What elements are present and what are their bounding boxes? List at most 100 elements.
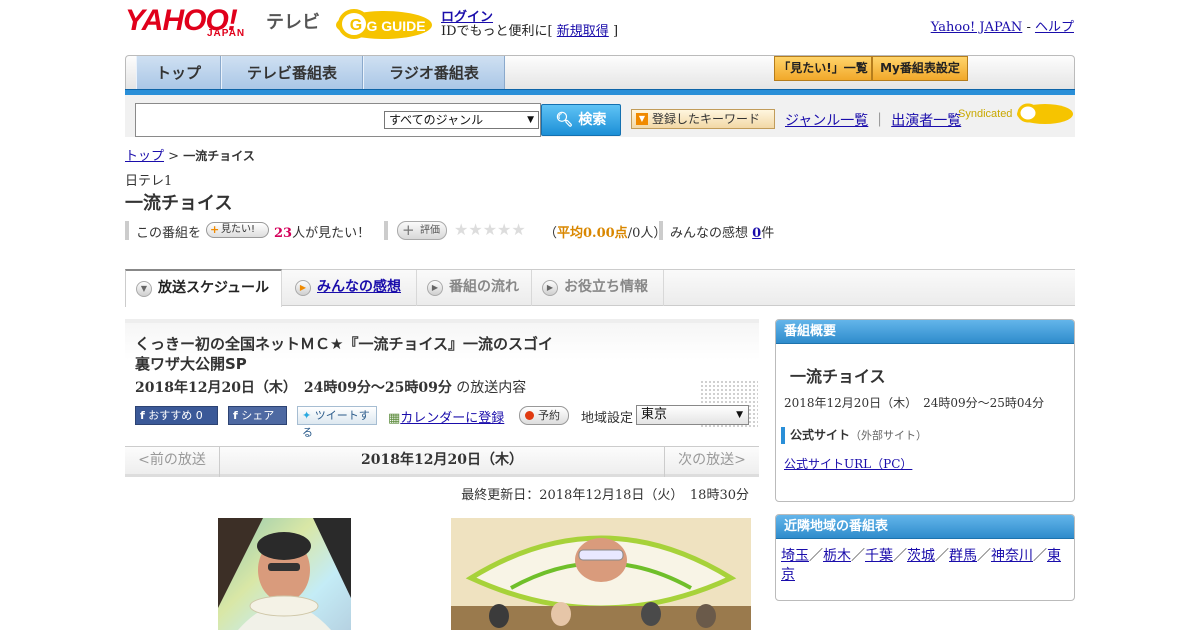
yahoo-japan-link[interactable]: Yahoo! JAPAN [931,20,1023,35]
next-broadcast-link[interactable]: 次の放送> [664,446,759,477]
rating-stars: ★★★★★ [454,220,526,239]
calendar-register[interactable]: ▦カレンダーに登録 [388,407,504,426]
plus-icon: + [402,221,415,239]
region-sep: ／ [935,548,949,564]
genre-list-link[interactable]: ジャンル一覧 [785,113,868,129]
performer-list-link[interactable]: 出演者一覧 [891,113,961,129]
genre-select-value: すべてのジャンル [389,113,484,127]
impressions-prefix: みんなの感想 [670,226,749,241]
want-count-text: 23人が見たい！ [274,222,370,241]
calendar-register-link[interactable]: カレンダーに登録 [400,411,504,426]
program-image-2 [451,518,751,630]
chevron-right-icon: ▶ [295,280,311,296]
tab-broadcast-schedule[interactable]: ▼ 放送スケジュール [125,269,282,307]
search-icon: 🔍︎ [555,112,574,128]
want-to-watch-button[interactable]: + 見たい! [206,222,269,238]
region-label: 地域設定 [581,411,634,426]
last-updated: 最終更新日：2018年12月18日（火） 18時30分 [461,488,749,503]
nav-tab-radio-schedule[interactable]: ラジオ番組表 [363,56,505,90]
syndicated-gguide-badge: Syndicated [958,103,1074,125]
header-links: Yahoo! JAPAN - ヘルプ [931,16,1074,35]
nav-tab-top[interactable]: トップ [136,56,221,90]
svg-text:G: G [350,17,362,34]
login-sub-prefix: IDでもっと便利に[ [441,24,553,39]
prev-broadcast-link[interactable]: <前の放送 [125,446,220,477]
my-program-settings-button[interactable]: My番組表設定 [872,56,968,81]
facebook-recommend-label: おすすめ 0 [148,409,203,422]
gguide-logo[interactable]: G G GUIDE [334,7,434,41]
want-suffix: 人が見たい！ [292,226,371,241]
want-prefix: この番組を [136,226,202,241]
search-button[interactable]: 🔍︎ 検索 [541,104,621,136]
chevron-down-icon: ▼ [736,410,743,420]
impressions-suffix: 件 [761,226,775,241]
overview-time: 2018年12月20日（木） 24時09分～25時04分 [784,396,1045,410]
genre-select[interactable]: すべてのジャンル ▼ [384,111,539,129]
help-link[interactable]: ヘルプ [1035,20,1074,35]
tv-logo-text: テレビ [266,12,320,33]
impressions-summary: みんなの感想 0件 [670,222,774,241]
region-sep: ／ [1033,548,1047,564]
search-link-separator: ｜ [872,113,887,129]
region-select[interactable]: 東京 ▼ [636,405,749,425]
tweet-button[interactable]: ✦ ツイートする [297,406,377,439]
tab-impressions[interactable]: ▶ みんなの感想 [285,270,417,306]
tab-useful-info[interactable]: ▶ お役立ち情報 [532,270,664,306]
facebook-share-button[interactable]: f シェア [228,406,287,425]
want-list-button[interactable]: 「見たい!」一覧 [774,56,872,81]
region-link-kanagawa[interactable]: 神奈川 [991,548,1033,564]
breadcrumb-current: 一流チョイス [183,149,255,163]
twitter-bird-icon: ✦ [302,409,312,422]
episode-title: くっきー初の全国ネットＭＣ★『一流チョイス』一流のスゴイ 裏ワザ大公開SP [135,334,615,374]
region-sep: ／ [977,548,991,564]
reserve-button[interactable]: 予約 [519,406,569,425]
tab-useful-info-label: お役立ち情報 [564,279,648,295]
yahoo-japan-logo-text: JAPAN [207,28,246,39]
region-link-ibaraki[interactable]: 茨城 [907,548,935,564]
reserve-button-label: 予約 [538,409,560,422]
tab-impressions-label: みんなの感想 [317,279,401,295]
rating-summary: （平均0.00点/0人） [544,222,666,241]
facebook-recommend-button[interactable]: f おすすめ 0 [135,406,218,425]
search-links: ジャンル一覧 ｜ 出演者一覧 [785,110,961,130]
region-link-saitama[interactable]: 埼玉 [781,548,809,564]
impressions-count-link[interactable]: 0 [752,226,761,241]
facebook-share-label: シェア [241,409,275,422]
header-separator: - [1022,20,1035,35]
login-sub-suffix: ] [612,24,619,39]
facebook-icon: f [140,409,145,422]
registered-keyword-button[interactable]: ▼ 登録したキーワード [631,109,775,129]
overview-title: 一流チョイス [790,367,886,386]
region-link-tochigi[interactable]: 栃木 [823,548,851,564]
breadcrumb: トップ > 一流チョイス [125,145,255,164]
want-button-label: 見たい! [221,224,256,235]
stat-divider [384,221,388,240]
calendar-icon: ▦ [388,411,401,426]
nearby-regions-heading: 近隣地域の番組表 [776,515,1074,539]
episode-datetime: 2018年12月20日（木） 24時09分～25時09分 の放送内容 [135,377,526,397]
region-link-gunma[interactable]: 群馬 [949,548,977,564]
region-link-chiba[interactable]: 千葉 [865,548,893,564]
official-site-url-link[interactable]: 公式サイトURL（PC） [784,455,912,472]
tab-program-flow-label: 番組の流れ [449,279,519,295]
current-broadcast-date: 2018年12月20日（木） [361,452,523,468]
nav-tab-tv-schedule[interactable]: テレビ番組表 [221,56,363,90]
chevron-right-icon: ▶ [427,280,443,296]
chevron-right-icon: ▶ [542,280,558,296]
episode-datetime-value: 2018年12月20日（木） 24時09分～25時09分 [135,380,452,396]
program-image-1 [218,518,351,630]
tab-program-flow[interactable]: ▶ 番組の流れ [417,270,532,306]
region-select-value: 東京 [641,407,668,422]
record-dot-icon [525,411,534,420]
page-title: 一流チョイス [125,193,233,214]
chevron-down-icon: ▼ [136,281,152,297]
stat-divider [125,221,129,240]
region-sep: ／ [809,548,823,564]
episode-title-line1: くっきー初の全国ネットＭＣ★『一流チョイス』一流のスゴイ [135,335,554,353]
search-button-label: 検索 [578,112,607,128]
syndicated-label: Syndicated [958,108,1013,120]
signup-link[interactable]: 新規取得 [557,24,609,39]
breadcrumb-top-link[interactable]: トップ [125,149,164,164]
nearby-region-links: 埼玉／栃木／千葉／茨城／群馬／神奈川／東京 [781,547,1069,585]
rate-button[interactable]: + 評価 [397,221,447,240]
